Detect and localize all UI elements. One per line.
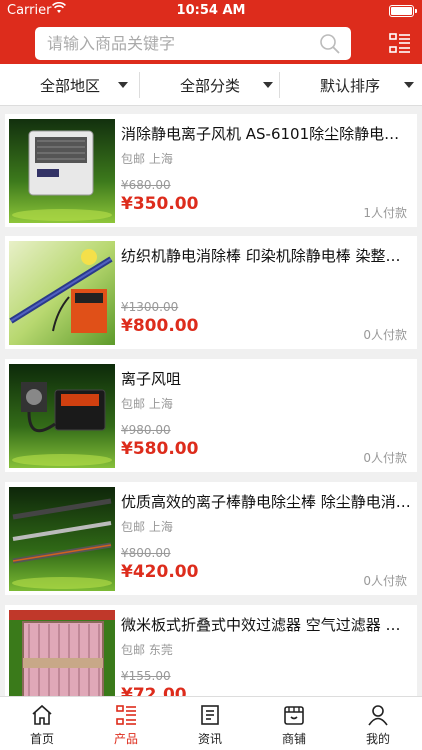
tab-me-label: 我的 <box>365 732 390 746</box>
original-price: ¥155.00 <box>121 669 171 683</box>
filter-category[interactable]: 全部分类 <box>140 64 280 106</box>
tab-bar: 首页 产品 资讯 商铺 我的 <box>0 696 422 750</box>
tab-news[interactable]: 资讯 <box>168 697 252 750</box>
product-image <box>9 610 115 696</box>
product-card[interactable]: 离子风咀 包邮 上海 ¥980.00 ¥580.00 0人付款 <box>5 359 417 472</box>
search-icon[interactable] <box>319 33 341 55</box>
tab-news-label: 资讯 <box>197 732 222 746</box>
original-price: ¥680.00 <box>121 178 171 192</box>
product-title: 纺织机静电消除棒 印染机除静电棒 染整机除静电 <box>121 247 411 265</box>
search-box[interactable] <box>35 27 351 60</box>
filter-category-label: 全部分类 <box>180 77 241 95</box>
sale-price: ¥72.00 <box>121 685 187 696</box>
chevron-down-icon <box>263 82 273 88</box>
shipping-info: 包邮 上海 <box>121 152 173 166</box>
product-card[interactable]: 微米板式折叠式中效过滤器 空气过滤器 初效过滤器 包邮 东莞 ¥155.00 ¥… <box>5 605 417 696</box>
shipping-info: 包邮 东莞 <box>121 643 173 657</box>
original-price: ¥800.00 <box>121 546 171 560</box>
product-title: 微米板式折叠式中效过滤器 空气过滤器 初效过滤器 <box>121 616 411 634</box>
battery-icon <box>389 5 417 17</box>
store-icon <box>284 706 304 725</box>
product-image <box>9 119 115 223</box>
original-price: ¥980.00 <box>121 423 171 437</box>
product-title: 消除静电离子风机 AS-6101除尘除静电离子风机 <box>121 125 411 143</box>
tab-me[interactable]: 我的 <box>336 697 422 750</box>
chevron-down-icon <box>404 82 414 88</box>
news-icon <box>201 705 219 725</box>
shipping-info: 包邮 上海 <box>121 397 173 411</box>
product-card[interactable]: 纺织机静电消除棒 印染机除静电棒 染整机除静电 ¥1300.00 ¥800.00… <box>5 236 417 349</box>
sold-count: 0人付款 <box>363 451 407 465</box>
product-image <box>9 241 115 345</box>
sold-count: 0人付款 <box>363 328 407 342</box>
sale-price: ¥420.00 <box>121 562 199 582</box>
home-icon <box>32 704 52 725</box>
status-bar: Carrier 10:54 AM <box>0 0 422 22</box>
list-menu-icon[interactable] <box>388 31 412 55</box>
product-icon <box>116 705 136 725</box>
filter-sort[interactable]: 默认排序 <box>280 64 422 106</box>
clock: 10:54 AM <box>176 3 246 18</box>
sale-price: ¥350.00 <box>121 194 199 214</box>
original-price: ¥1300.00 <box>121 300 179 314</box>
product-list: 消除静电离子风机 AS-6101除尘除静电离子风机 包邮 上海 ¥680.00 … <box>0 106 422 696</box>
filter-bar: 全部地区 全部分类 默认排序 <box>0 64 422 106</box>
tab-products-label: 产品 <box>113 732 138 746</box>
tab-store[interactable]: 商铺 <box>252 697 336 750</box>
filter-region-label: 全部地区 <box>40 77 101 95</box>
chevron-down-icon <box>118 82 128 88</box>
app-header: Carrier 10:54 AM <box>0 0 422 64</box>
filter-sort-label: 默认排序 <box>320 77 381 95</box>
sale-price: ¥800.00 <box>121 316 199 336</box>
product-title: 优质高效的离子棒静电除尘棒 除尘静电消除器 <box>121 493 411 511</box>
search-input[interactable] <box>47 27 317 60</box>
product-card[interactable]: 优质高效的离子棒静电除尘棒 除尘静电消除器 包邮 上海 ¥800.00 ¥420… <box>5 482 417 595</box>
product-card[interactable]: 消除静电离子风机 AS-6101除尘除静电离子风机 包邮 上海 ¥680.00 … <box>5 114 417 227</box>
product-title: 离子风咀 <box>121 370 182 388</box>
tab-home-label: 首页 <box>29 732 54 746</box>
sold-count: 1人付款 <box>363 206 407 220</box>
tab-products[interactable]: 产品 <box>84 697 168 750</box>
tab-store-label: 商铺 <box>281 732 306 746</box>
product-image <box>9 364 115 468</box>
sold-count: 0人付款 <box>363 574 407 588</box>
filter-region[interactable]: 全部地区 <box>0 64 140 106</box>
product-image <box>9 487 115 591</box>
sale-price: ¥580.00 <box>121 439 199 459</box>
shipping-info: 包邮 上海 <box>121 520 173 534</box>
user-icon <box>368 705 388 726</box>
tab-home[interactable]: 首页 <box>0 697 84 750</box>
